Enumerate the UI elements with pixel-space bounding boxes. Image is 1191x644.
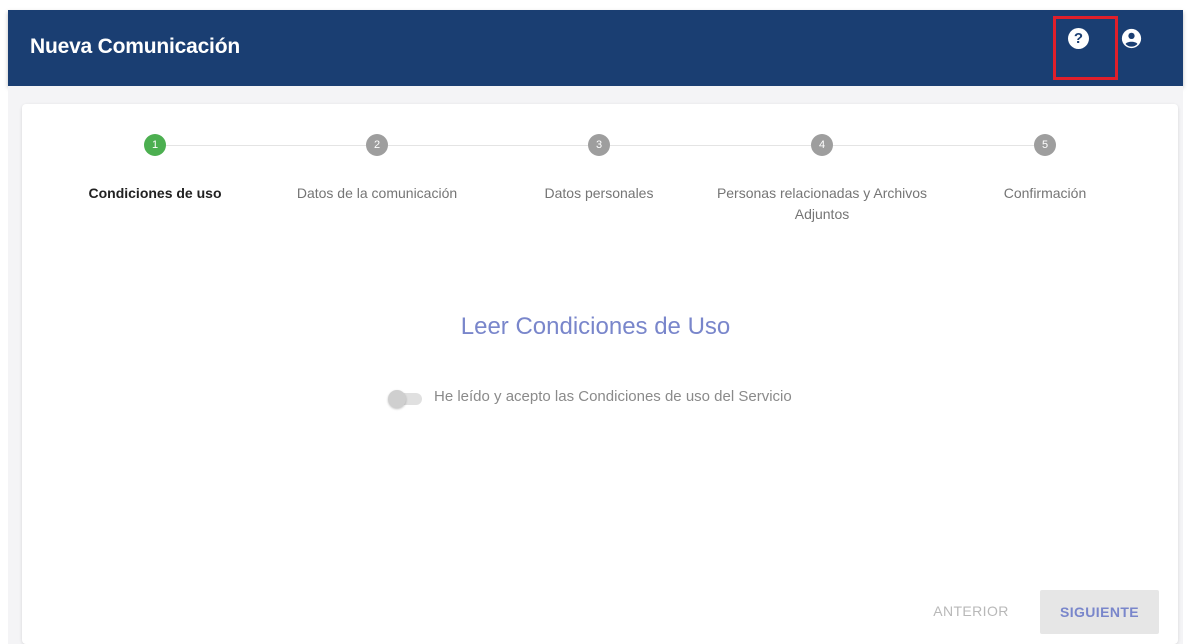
next-button[interactable]: SIGUIENTE (1040, 590, 1159, 634)
accept-terms-label[interactable]: He leído y acepto las Condiciones de uso… (434, 388, 792, 405)
step-2-label: Datos de la comunicación (296, 185, 458, 201)
step-4-indicator: 4 (811, 134, 833, 156)
step-4-label: Personas relacionadas y Archivos Adjunto… (716, 185, 928, 222)
step-connector (166, 145, 366, 146)
help-glyph: ? (1073, 30, 1084, 47)
help-icon[interactable]: ? (1068, 28, 1089, 49)
page-title: Nueva Comunicación (30, 35, 240, 58)
step-5-indicator: 5 (1034, 134, 1056, 156)
step-connector (833, 145, 1034, 146)
accept-terms-toggle[interactable] (388, 390, 422, 408)
section-title: Leer Condiciones de Uso (460, 313, 731, 340)
step-2-indicator: 2 (366, 134, 388, 156)
step-1-indicator: 1 (144, 134, 166, 156)
step-connector (388, 145, 588, 146)
step-3-indicator: 3 (588, 134, 610, 156)
step-1-label: Condiciones de uso (88, 185, 222, 201)
toggle-thumb (388, 390, 406, 408)
previous-button[interactable]: ANTERIOR (924, 592, 1018, 630)
app-bar: Nueva Comunicación (8, 10, 1183, 86)
step-connector (610, 145, 811, 146)
step-5-label: Confirmación (1003, 185, 1087, 201)
account-icon[interactable] (1121, 28, 1142, 49)
step-3-label: Datos personales (544, 185, 654, 201)
